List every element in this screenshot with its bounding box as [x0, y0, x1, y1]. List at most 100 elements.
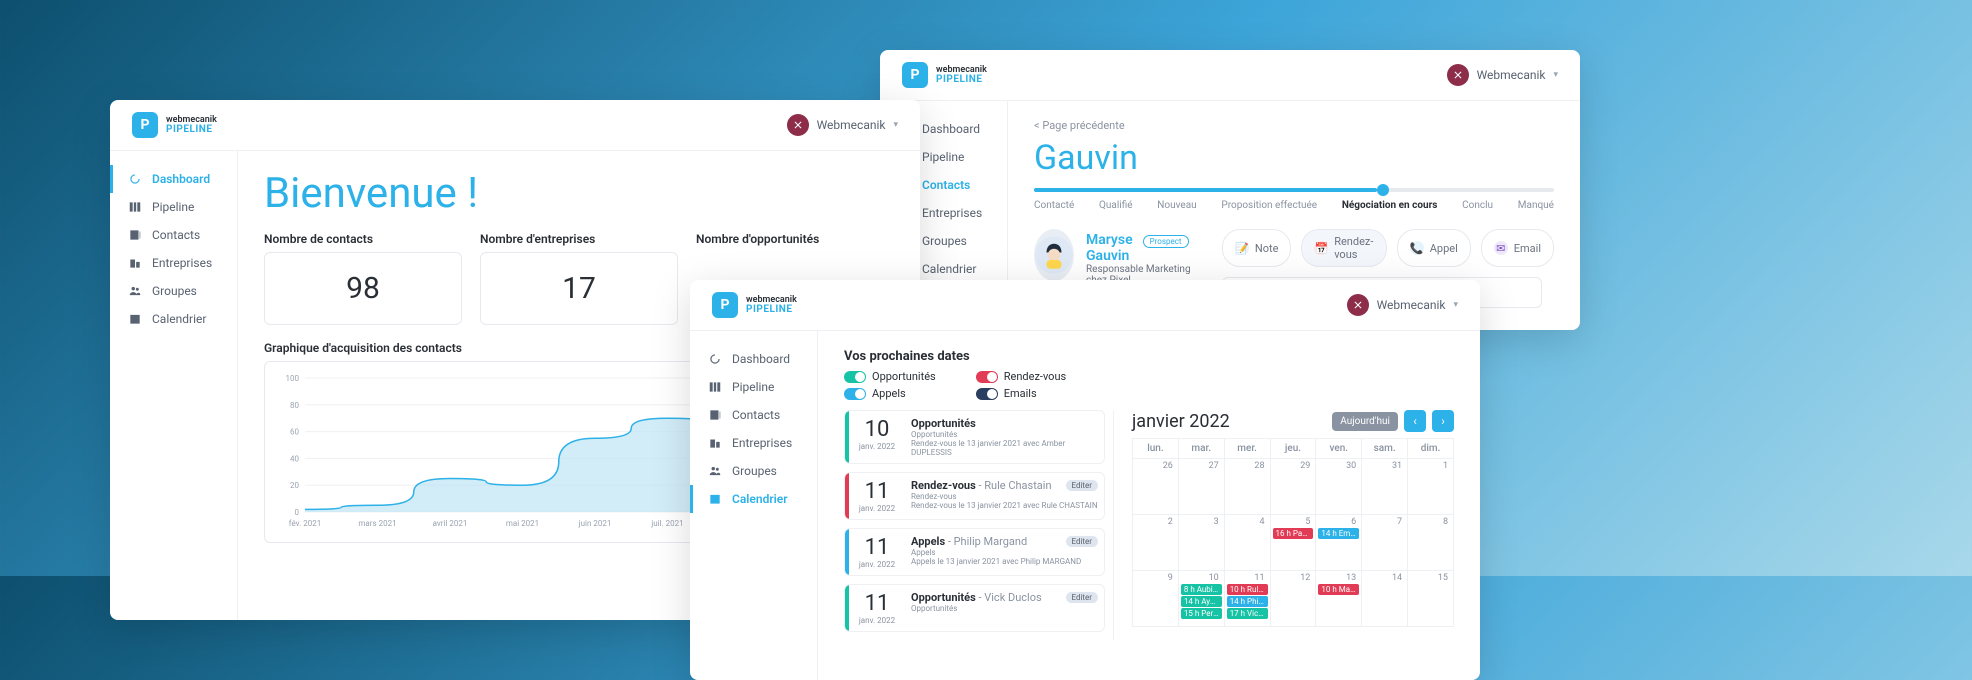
user-name: Webmecanik	[1377, 298, 1446, 312]
prev-month-button[interactable]: ‹	[1404, 410, 1426, 432]
svg-text:fév. 2021: fév. 2021	[289, 519, 321, 528]
calendar-cell[interactable]: 26	[1133, 459, 1179, 515]
svg-text:20: 20	[290, 481, 299, 490]
calendar-cell[interactable]: 31	[1362, 459, 1408, 515]
sidebar-item-contacts[interactable]: Contacts	[110, 221, 237, 249]
contacts-icon	[128, 228, 142, 242]
calendar-cell[interactable]: 15	[1408, 571, 1454, 627]
calendar-icon	[708, 492, 722, 506]
edit-pill[interactable]: Editer	[1066, 592, 1099, 603]
svg-text:juin 2021: juin 2021	[578, 519, 612, 528]
calendar-event[interactable]: 17 h Vick Duclos	[1227, 608, 1268, 619]
calendar-grid[interactable]: lun.mar.mer.jeu.ven.sam.dim. 26272829303…	[1132, 438, 1454, 627]
toggle-emails[interactable]: Emails	[976, 387, 1066, 400]
calendar-cell[interactable]: 28	[1224, 459, 1270, 515]
chevron-down-icon: ▾	[1453, 300, 1458, 310]
calendar-cell[interactable]: 9	[1133, 571, 1179, 627]
calendar-event[interactable]: 10 h Rule Chastain	[1227, 584, 1268, 595]
users-icon	[708, 464, 722, 478]
calendar-cell[interactable]: 14	[1362, 571, 1408, 627]
calendar-event[interactable]: 8 h Aubine Ayot	[1181, 584, 1222, 595]
calendar-cell[interactable]: 8	[1408, 515, 1454, 571]
breadcrumb-back[interactable]: < Page précédente	[1034, 119, 1554, 132]
contact-actions: 📝Note 📅Rendez-vous 📞Appel ✉Email	[1222, 229, 1554, 267]
agenda-entry[interactable]: 10janv. 2022 Opportunités Opportunités R…	[844, 410, 1105, 464]
agenda-list: 10janv. 2022 Opportunités Opportunités R…	[844, 410, 1114, 640]
edit-pill[interactable]: Editer	[1066, 536, 1099, 547]
calendar-cell[interactable]: 614 h Emma Tous	[1316, 515, 1362, 571]
toggle-appels[interactable]: Appels	[844, 387, 936, 400]
today-button[interactable]: Aujourd'hui	[1332, 412, 1398, 431]
gauge-icon	[708, 352, 722, 366]
columns-icon	[708, 380, 722, 394]
topbar: P webmecanik PIPELINE Webmecanik ▾	[110, 100, 920, 151]
stat-contacts: Nombre de contacts 98	[264, 232, 462, 325]
calendar-event[interactable]: 14 h Aya Rouleau	[1181, 596, 1222, 607]
edit-pill[interactable]: Editer	[1066, 480, 1099, 491]
brand: P webmecanik PIPELINE	[132, 112, 217, 138]
calendar-cell[interactable]: 27	[1178, 459, 1224, 515]
action-appel[interactable]: 📞Appel	[1397, 229, 1471, 267]
calendar-event[interactable]: 15 h Perrin Reault	[1181, 608, 1222, 619]
calendar-icon	[128, 312, 142, 326]
calendar-cell[interactable]: 108 h Aubine Ayot14 h Aya Rouleau15 h Pe…	[1178, 571, 1224, 627]
svg-text:80: 80	[290, 401, 299, 410]
next-month-button[interactable]: ›	[1432, 410, 1454, 432]
calendar-event[interactable]: 16 h Pauline Clos	[1273, 528, 1314, 539]
svg-text:juil. 2021: juil. 2021	[650, 519, 683, 528]
agenda-entry[interactable]: 11janv. 2022 Appels - Philip Margand Edi…	[844, 528, 1105, 576]
brand-logo: P	[902, 62, 928, 88]
sidebar-item-dashboard[interactable]: Dashboard	[110, 165, 237, 193]
sidebar-item-calendrier[interactable]: Calendrier	[110, 305, 237, 333]
toggle-rendezvous[interactable]: Rendez-vous	[976, 370, 1066, 383]
sidebar-item-entreprises[interactable]: Entreprises	[690, 429, 817, 457]
calendar-event[interactable]: 14 h Philip Margand	[1227, 596, 1268, 607]
calendar-cell[interactable]: 2	[1133, 515, 1179, 571]
sidebar: Dashboard Pipeline Contacts Entreprises …	[110, 151, 238, 620]
upcoming-title: Vos prochaines dates	[844, 349, 1454, 364]
action-note[interactable]: 📝Note	[1222, 229, 1292, 267]
sidebar-item-pipeline[interactable]: Pipeline	[110, 193, 237, 221]
sidebar-item-entreprises[interactable]: Entreprises	[110, 249, 237, 277]
calendar-cell[interactable]: 1110 h Rule Chastain14 h Philip Margand1…	[1224, 571, 1270, 627]
calendar-cell[interactable]: 7	[1362, 515, 1408, 571]
toggle-opportunites[interactable]: Opportunités	[844, 370, 936, 383]
contacts-icon	[708, 408, 722, 422]
topbar: P webmecanik PIPELINE Webmecanik ▾	[690, 280, 1480, 331]
sidebar-item-dashboard[interactable]: Dashboard	[690, 345, 817, 373]
sidebar-item-contacts[interactable]: Contacts	[690, 401, 817, 429]
action-rendezvous[interactable]: 📅Rendez-vous	[1301, 229, 1386, 267]
calendar-cell[interactable]: 12	[1270, 571, 1316, 627]
user-menu[interactable]: Webmecanik ▾	[787, 114, 898, 136]
stage-labels: Contacté Qualifié Nouveau Proposition ef…	[1034, 200, 1554, 211]
action-email[interactable]: ✉Email	[1481, 229, 1554, 267]
agenda-entry[interactable]: 11janv. 2022 Rendez-vous - Rule Chastain…	[844, 472, 1105, 520]
calendar-cell[interactable]: 3	[1178, 515, 1224, 571]
sidebar-item-pipeline[interactable]: Pipeline	[690, 373, 817, 401]
building-icon	[708, 436, 722, 450]
gauge-icon	[128, 172, 142, 186]
sidebar-item-groupes[interactable]: Groupes	[110, 277, 237, 305]
calendar-cell[interactable]: 4	[1224, 515, 1270, 571]
calendar-event[interactable]: 14 h Emma Tous	[1318, 528, 1359, 539]
calendar-event[interactable]: 10 h Maryse Gauvin	[1318, 584, 1359, 595]
user-menu[interactable]: Webmecanik ▾	[1347, 294, 1458, 316]
brand: P webmecanik PIPELINE	[902, 62, 987, 88]
calendar-cell[interactable]: 1	[1408, 459, 1454, 515]
sidebar-item-groupes[interactable]: Groupes	[690, 457, 817, 485]
user-menu[interactable]: Webmecanik ▾	[1447, 64, 1558, 86]
calendar-cell[interactable]: 516 h Pauline Clos	[1270, 515, 1316, 571]
svg-text:100: 100	[286, 374, 300, 383]
calendar-cell[interactable]: 30	[1316, 459, 1362, 515]
agenda-entry[interactable]: 11janv. 2022 Opportunités - Vick Duclos …	[844, 584, 1105, 632]
sidebar-item-calendrier[interactable]: Calendrier	[690, 485, 817, 513]
stage-track[interactable]	[1034, 188, 1554, 192]
svg-text:mars 2021: mars 2021	[358, 519, 396, 528]
columns-icon	[128, 200, 142, 214]
calendar-cell[interactable]: 1310 h Maryse Gauvin	[1316, 571, 1362, 627]
chevron-down-icon: ▾	[1553, 70, 1558, 80]
calendar-cell[interactable]: 29	[1270, 459, 1316, 515]
svg-text:mai 2021: mai 2021	[506, 519, 539, 528]
month-title: janvier 2022	[1132, 411, 1230, 432]
calendar-window: P webmecanik PIPELINE Webmecanik ▾ Dashb…	[690, 280, 1480, 680]
